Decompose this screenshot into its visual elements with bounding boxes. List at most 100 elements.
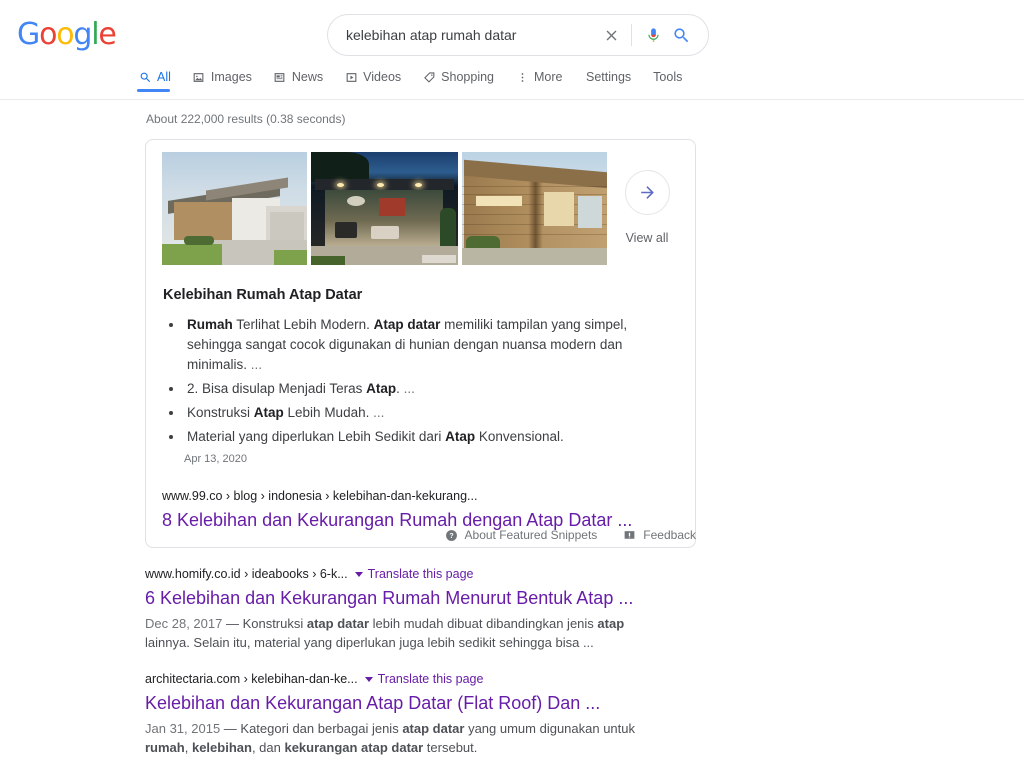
result-snippet: Jan 31, 2015 — Kategori dan berbagai jen… xyxy=(145,719,672,757)
tab-label: All xyxy=(157,70,171,84)
snippet-text: — Kategori dan berbagai jenis xyxy=(220,721,403,736)
thumbnail-image-2[interactable] xyxy=(311,152,458,265)
snippet-text: yang umum digunakan untuk xyxy=(464,721,636,736)
thumbnail-image-1[interactable] xyxy=(162,152,307,265)
close-icon[interactable] xyxy=(597,21,625,49)
snippet-text: Konstruksi xyxy=(187,405,254,420)
footer-link-feedback[interactable]: Feedback xyxy=(623,528,696,542)
featured-snippet-bullets: Rumah Terlihat Lebih Modern. Atap datar … xyxy=(162,315,679,447)
snippet-text: ... xyxy=(250,357,263,372)
logo-letter: e xyxy=(98,17,116,52)
result-url: architectaria.com › kelebihan-dan-ke... xyxy=(145,672,358,686)
tab-label: News xyxy=(291,70,324,84)
image-icon xyxy=(192,70,206,84)
featured-snippet-footer: ? About Featured Snippets Feedback xyxy=(145,528,696,542)
featured-snippet-media: View all xyxy=(162,152,679,265)
view-all-button[interactable]: View all xyxy=(615,152,679,245)
bold-term: rumah xyxy=(145,740,185,755)
result-url-row: architectaria.com › kelebihan-dan-ke... T… xyxy=(145,670,705,688)
featured-snippet-title: Kelebihan Rumah Atap Datar xyxy=(163,287,363,303)
logo-letter: o xyxy=(39,17,57,52)
logo-letter: o xyxy=(56,17,74,52)
snippet-text: Terlihat Lebih Modern. xyxy=(232,317,374,332)
snippet-bullet: 2. Bisa disulap Menjadi Teras Atap. ... xyxy=(184,379,679,399)
snippet-bullet: Konstruksi Atap Lebih Mudah. ... xyxy=(184,403,679,423)
translate-label: Translate this page xyxy=(367,567,474,581)
footer-link-label: Feedback xyxy=(643,528,696,542)
translate-this-page-link[interactable]: Translate this page xyxy=(364,672,483,686)
translate-this-page-link[interactable]: Translate this page xyxy=(354,567,474,581)
search-tabs: All Images News Videos Shopping More xyxy=(137,70,583,92)
result-title-link[interactable]: 6 Kelebihan dan Kekurangan Rumah Menurut… xyxy=(145,585,705,611)
nav-link-tools[interactable]: Tools xyxy=(653,70,682,92)
featured-snippet-date: Apr 13, 2020 xyxy=(184,453,247,465)
bold-term: atap datar xyxy=(402,721,465,736)
nav-link-settings[interactable]: Settings xyxy=(586,70,631,92)
bold-term: Atap xyxy=(253,405,284,420)
microphone-icon[interactable] xyxy=(640,22,666,48)
arrow-right-icon xyxy=(624,170,670,215)
snippet-text: — Konstruksi xyxy=(222,616,307,631)
snippet-date: Jan 31, 2015 xyxy=(145,721,221,736)
bold-term: kelebihan xyxy=(191,740,252,755)
tab-label: Shopping xyxy=(441,70,494,84)
tab-label: More xyxy=(534,70,563,84)
thumbnail-image-3[interactable] xyxy=(462,152,607,265)
snippet-text: tersebut. xyxy=(423,740,478,755)
footer-link-about-featured-snippets[interactable]: ? About Featured Snippets xyxy=(445,528,598,542)
bold-term: Atap xyxy=(445,429,476,444)
snippet-text: ... xyxy=(373,405,385,420)
featured-snippet-card: View all Kelebihan Rumah Atap Datar Ruma… xyxy=(145,139,696,548)
view-all-label: View all xyxy=(625,231,669,245)
svg-text:?: ? xyxy=(449,532,453,539)
results-count: About 222,000 results (0.38 seconds) xyxy=(146,112,346,126)
tab-all[interactable]: All xyxy=(137,70,171,92)
google-logo[interactable]: Google xyxy=(17,17,117,52)
search-box-divider xyxy=(631,24,632,46)
tab-news[interactable]: News xyxy=(273,70,323,92)
chevron-down-icon xyxy=(364,676,373,682)
result-url: www.homify.co.id › ideabooks › 6-k... xyxy=(145,567,348,581)
search-icon xyxy=(138,70,152,84)
header-divider xyxy=(0,99,1024,100)
snippet-bullet: Material yang diperlukan Lebih Sedikit d… xyxy=(184,427,679,447)
result-snippet: Dec 28, 2017 — Konstruksi atap datar leb… xyxy=(145,614,672,652)
featured-snippet-source: www.99.co › blog › indonesia › kelebihan… xyxy=(162,487,679,533)
snippet-text: . xyxy=(396,381,404,396)
news-icon xyxy=(273,70,287,84)
search-tools-links: Settings Tools xyxy=(586,70,682,92)
tab-shopping[interactable]: Shopping xyxy=(422,70,494,92)
bold-term: Rumah xyxy=(187,317,233,332)
search-submit-icon[interactable] xyxy=(666,20,696,50)
search-input[interactable] xyxy=(346,16,597,54)
logo-letter: l xyxy=(91,17,99,52)
tab-videos[interactable]: Videos xyxy=(344,70,401,92)
snippet-text: Lebih Mudah. xyxy=(283,405,374,420)
bold-term: Atap xyxy=(366,381,397,396)
google-search-page: Google All Images News Videos Shopping More S… xyxy=(0,0,1024,775)
search-result: architectaria.com › kelebihan-dan-ke... T… xyxy=(145,670,705,757)
tab-label: Images xyxy=(210,70,252,84)
tab-more[interactable]: More xyxy=(515,70,562,92)
snippet-text: lebih mudah dibuat dibandingkan jenis xyxy=(369,616,598,631)
snippet-date: Dec 28, 2017 xyxy=(145,616,223,631)
search-box[interactable] xyxy=(327,14,709,56)
bold-term: kekurangan atap datar xyxy=(284,740,424,755)
snippet-bullet: Rumah Terlihat Lebih Modern. Atap datar … xyxy=(184,315,679,375)
snippet-text: lainnya. Selain itu, material yang diper… xyxy=(145,635,594,650)
snippet-text: Material yang diperlukan Lebih Sedikit d… xyxy=(187,429,446,444)
snippet-text: , dan xyxy=(251,740,285,755)
snippet-text: , xyxy=(184,740,192,755)
search-result: www.homify.co.id › ideabooks › 6-k... Tra… xyxy=(145,565,705,652)
tab-images[interactable]: Images xyxy=(192,70,252,92)
snippet-text: ... xyxy=(403,381,415,396)
tag-icon xyxy=(422,70,436,84)
featured-snippet-url: www.99.co › blog › indonesia › kelebihan… xyxy=(162,489,478,503)
more-vertical-icon xyxy=(515,70,529,84)
logo-letter: G xyxy=(17,17,40,52)
result-title-link[interactable]: Kelebihan dan Kekurangan Atap Datar (Fla… xyxy=(145,690,705,716)
footer-link-label: About Featured Snippets xyxy=(464,528,598,542)
chevron-down-icon xyxy=(354,571,363,577)
snippet-text: 2. Bisa disulap Menjadi Teras xyxy=(187,381,367,396)
bold-term: atap datar xyxy=(306,616,370,631)
